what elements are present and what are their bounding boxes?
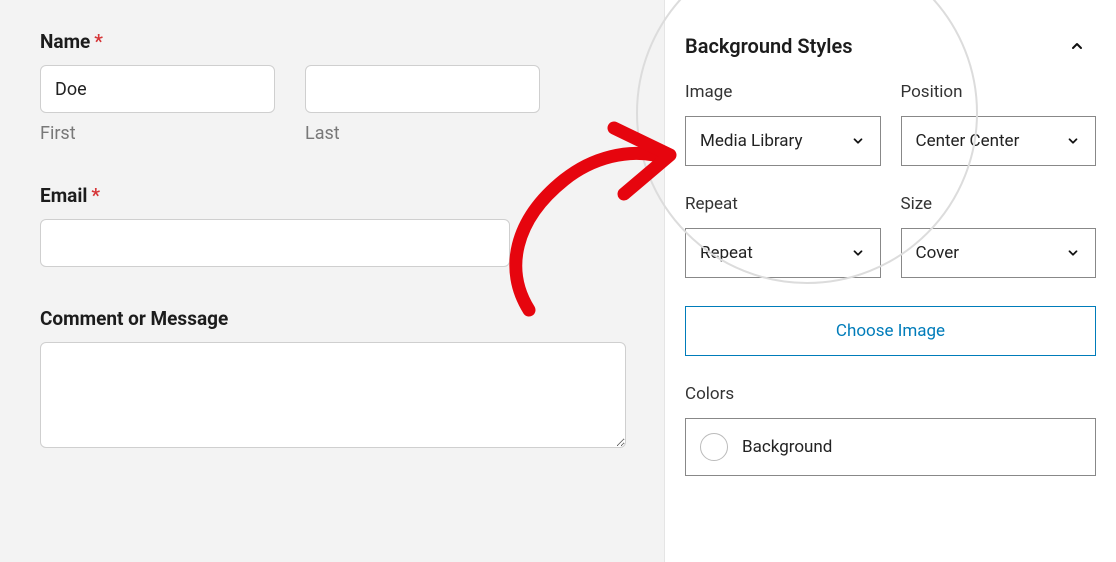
row-repeat-size: Repeat Repeat Size Cover (685, 194, 1096, 278)
panel-title: Background Styles (685, 34, 853, 58)
panel-header[interactable]: Background Styles (665, 0, 1116, 82)
chevron-down-icon (1065, 133, 1081, 149)
position-label: Position (901, 82, 1097, 102)
choose-image-label: Choose Image (836, 321, 945, 341)
form-pane: Name * First Last Email * Comment or Mes… (0, 0, 664, 562)
size-dropdown-value: Cover (916, 243, 960, 263)
chevron-down-icon (850, 245, 866, 261)
repeat-dropdown[interactable]: Repeat (685, 228, 881, 278)
last-name-input[interactable] (305, 65, 540, 113)
image-dropdown-value: Media Library (700, 131, 803, 151)
name-label-text: Name (40, 30, 90, 53)
image-dropdown[interactable]: Media Library (685, 116, 881, 166)
name-field: Name * First Last (40, 30, 624, 144)
styles-sidebar: Background Styles Image Media Library Po… (664, 0, 1116, 562)
chevron-down-icon (850, 133, 866, 149)
background-color-label: Background (742, 437, 832, 457)
position-dropdown-value: Center Center (916, 131, 1020, 151)
last-name-col: Last (305, 65, 540, 144)
row-image-position: Image Media Library Position Center Cent… (685, 82, 1096, 166)
image-label: Image (685, 82, 881, 102)
repeat-label: Repeat (685, 194, 881, 214)
position-setting: Position Center Center (901, 82, 1097, 166)
comment-textarea[interactable] (40, 342, 626, 448)
chevron-up-icon (1068, 37, 1086, 55)
name-row: First Last (40, 65, 624, 144)
required-asterisk: * (94, 30, 103, 53)
size-label: Size (901, 194, 1097, 214)
chevron-down-icon (1065, 245, 1081, 261)
position-dropdown[interactable]: Center Center (901, 116, 1097, 166)
name-label: Name * (40, 30, 624, 53)
first-name-col: First (40, 65, 275, 144)
last-name-sublabel: Last (305, 123, 540, 144)
size-dropdown[interactable]: Cover (901, 228, 1097, 278)
background-color-item[interactable]: Background (685, 418, 1096, 476)
required-asterisk: * (91, 184, 100, 207)
email-input[interactable] (40, 219, 510, 267)
size-setting: Size Cover (901, 194, 1097, 278)
colors-label: Colors (685, 384, 1096, 404)
repeat-dropdown-value: Repeat (700, 243, 753, 263)
panel-body: Image Media Library Position Center Cent… (665, 82, 1116, 476)
first-name-input[interactable] (40, 65, 275, 113)
email-label-text: Email (40, 184, 87, 207)
choose-image-button[interactable]: Choose Image (685, 306, 1096, 356)
first-name-sublabel: First (40, 123, 275, 144)
email-label: Email * (40, 184, 624, 207)
comment-field: Comment or Message (40, 307, 624, 452)
image-setting: Image Media Library (685, 82, 881, 166)
email-field: Email * (40, 184, 624, 267)
color-swatch-icon (700, 433, 728, 461)
repeat-setting: Repeat Repeat (685, 194, 881, 278)
comment-label: Comment or Message (40, 307, 624, 330)
